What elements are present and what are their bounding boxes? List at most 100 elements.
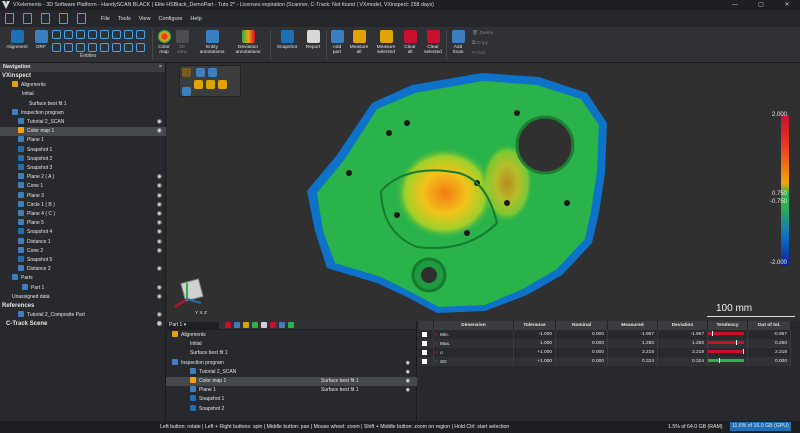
close-button[interactable]: ✕	[774, 0, 800, 10]
nav-item-cone-2[interactable]: Cone 2 ◉	[0, 246, 166, 256]
nav-item-alignments[interactable]: Alignments	[0, 81, 166, 90]
filter-blue-icon[interactable]	[234, 322, 240, 328]
menu-help[interactable]: Help	[190, 16, 201, 22]
add-scan-button[interactable]: Add Scan	[448, 27, 468, 63]
delete-button[interactable]: 🗑 Delete	[472, 29, 493, 39]
visibility-eye-icon[interactable]: ◉	[157, 228, 162, 237]
new-file-icon[interactable]	[5, 13, 14, 24]
visibility-eye-icon[interactable]: ◉	[157, 201, 162, 210]
visibility-eye-icon[interactable]: ◉	[157, 173, 162, 182]
nav-item-surface-best-fit-1[interactable]: Surface best fit 1	[0, 100, 166, 109]
visibility-eye-icon[interactable]: ◉	[157, 265, 162, 274]
drf-button[interactable]: DRF	[32, 27, 50, 63]
angle-entity-icon[interactable]	[112, 43, 121, 52]
nav-item-plane-5[interactable]: Plane 5 ◉	[0, 219, 166, 228]
col-tendency[interactable]: Tendency	[707, 321, 748, 330]
col-tolerance[interactable]: Tolerance	[513, 321, 556, 330]
program-row-alignments[interactable]: Alignments	[166, 331, 417, 340]
visibility-toggle-icon[interactable]	[261, 322, 267, 328]
program-row-color-map-1[interactable]: Color map 1 Surface best fit 1 ◉	[166, 377, 417, 386]
projection-entity-icon[interactable]	[136, 43, 145, 52]
deviation-annotations-button[interactable]: Deviation annotations	[230, 27, 266, 63]
slot-entity-icon[interactable]	[136, 30, 145, 39]
nav-item-vxinspect[interactable]: VXinspect	[0, 72, 166, 81]
visibility-eye-icon[interactable]: ◉	[406, 359, 410, 368]
nav-item-inspection-program[interactable]: Inspection program	[0, 108, 166, 118]
visibility-eye-icon[interactable]: ◉	[157, 182, 162, 191]
nav-item-c-track-scene[interactable]: C-Track Scene ◉	[0, 320, 166, 329]
program-row-snapshot-2[interactable]: Snapshot 2	[166, 404, 417, 414]
menu-tools[interactable]: Tools	[118, 16, 131, 22]
nav-item-initial[interactable]: Initial	[0, 90, 166, 99]
row-checkbox[interactable]	[422, 340, 427, 346]
row-checkbox[interactable]	[422, 358, 427, 364]
3d-view-button[interactable]: 3D view	[174, 27, 190, 63]
nav-item-distance-2[interactable]: Distance 2 ◉	[0, 265, 166, 274]
menu-view[interactable]: View	[139, 16, 151, 22]
add-part-button[interactable]: Add part	[328, 27, 346, 63]
minimize-button[interactable]: —	[722, 0, 748, 10]
stats-row[interactable]: ✕ Max. 1.000 0.000 1.250 1.250 0.250	[419, 339, 791, 348]
nav-item-references[interactable]: References	[0, 302, 166, 311]
rectangle-entity-icon[interactable]	[64, 43, 73, 52]
filter-green-icon[interactable]	[252, 322, 258, 328]
visibility-eye-icon[interactable]: ◉	[406, 386, 410, 395]
row-checkbox[interactable]	[422, 349, 427, 355]
nav-item-plane-2-a[interactable]: Plane 2 ( A ) ◉	[0, 173, 166, 182]
edit-icon[interactable]	[279, 322, 285, 328]
program-row-initial[interactable]: Initial	[166, 340, 417, 349]
filter-red-icon[interactable]	[225, 322, 231, 328]
nav-item-snapshot-3[interactable]: Snapshot 3	[0, 164, 166, 173]
plane-entity-icon[interactable]	[76, 30, 85, 39]
cylinder-entity-icon[interactable]	[100, 30, 109, 39]
nav-item-snapshot-5[interactable]: Snapshot 5	[0, 256, 166, 265]
nav-item-snapshot-1[interactable]: Snapshot 1	[0, 145, 166, 155]
nav-item-plane-1[interactable]: Plane 1	[0, 136, 166, 145]
part-selector[interactable]: Part 1 ▾	[167, 321, 219, 329]
col-deviation[interactable]: Deviation	[657, 321, 708, 330]
check-icon[interactable]	[288, 322, 294, 328]
circle-entity-icon[interactable]	[88, 30, 97, 39]
program-row-snapshot-1[interactable]: Snapshot 1	[166, 395, 417, 404]
polyline-entity-icon[interactable]	[52, 43, 61, 52]
visibility-eye-icon[interactable]: ◉	[157, 219, 162, 228]
nav-item-distance-1[interactable]: Distance 1 ◉	[0, 237, 166, 247]
copy-button[interactable]: ⧉ Copy	[472, 39, 493, 49]
visibility-eye-icon[interactable]: ◉	[157, 238, 162, 247]
col-nominal[interactable]: Nominal	[555, 321, 608, 330]
visibility-eye-icon[interactable]: ◉	[157, 210, 162, 219]
visibility-eye-icon[interactable]: ◉	[157, 192, 162, 201]
visibility-eye-icon[interactable]: ◉	[157, 320, 162, 329]
visibility-eye-icon[interactable]: ◉	[157, 311, 162, 320]
maximize-button[interactable]: ▢	[748, 0, 774, 10]
open-file-icon[interactable]	[23, 13, 32, 24]
intersection-entity-icon[interactable]	[124, 43, 133, 52]
stats-row[interactable]: ✕ Min. -1.000 0.000 -1.967 -1.967 -0.967	[419, 330, 791, 339]
nav-item-tutorial-2-composite-part[interactable]: Tutorial 2_Composite Part ◉	[0, 311, 166, 320]
program-row-tutorial-2-scan[interactable]: Tutorial 2_SCAN ◉	[166, 367, 417, 377]
entity-annotations-button[interactable]: Entity annotations	[194, 27, 230, 63]
visibility-eye-icon[interactable]: ◉	[157, 247, 162, 256]
program-row-inspection-program[interactable]: Inspection program ◉	[166, 358, 417, 368]
visibility-eye-icon[interactable]: ◉	[157, 118, 162, 127]
redo-icon[interactable]	[77, 13, 86, 24]
filter-yellow-icon[interactable]	[243, 322, 249, 328]
nav-item-unassigned-data[interactable]: Unassigned data ◉	[0, 293, 166, 302]
cone-entity-icon[interactable]	[112, 30, 121, 39]
nav-item-parts[interactable]: Parts	[0, 274, 166, 283]
nav-item-snapshot-2[interactable]: Snapshot 2	[0, 154, 166, 164]
line-entity-icon[interactable]	[64, 30, 73, 39]
stats-row[interactable]: ✓ SD +1.000 0.000 0.324 0.324 0.000	[419, 357, 791, 366]
visibility-eye-icon[interactable]: ◉	[157, 127, 162, 136]
nav-item-part-1[interactable]: Part 1 ◉	[0, 283, 166, 293]
ellipse-entity-icon[interactable]	[76, 43, 85, 52]
visibility-eye-icon[interactable]: ◉	[157, 284, 162, 293]
nav-item-plane-4-c[interactable]: Plane 4 ( C ) ◉	[0, 210, 166, 219]
report-button[interactable]: Report	[302, 27, 324, 63]
nav-item-circle-1-b[interactable]: Circle 1 ( B ) ◉	[0, 200, 166, 210]
clear-selected-button[interactable]: Clear selected	[420, 27, 446, 63]
sphere-entity-icon[interactable]	[124, 30, 133, 39]
stats-row[interactable]: ✕ σ +1.000 0.000 3.218 3.218 2.218	[419, 348, 791, 357]
visibility-eye-icon[interactable]: ◉	[406, 368, 410, 377]
cut-button[interactable]: ✂ Cut	[472, 49, 493, 59]
